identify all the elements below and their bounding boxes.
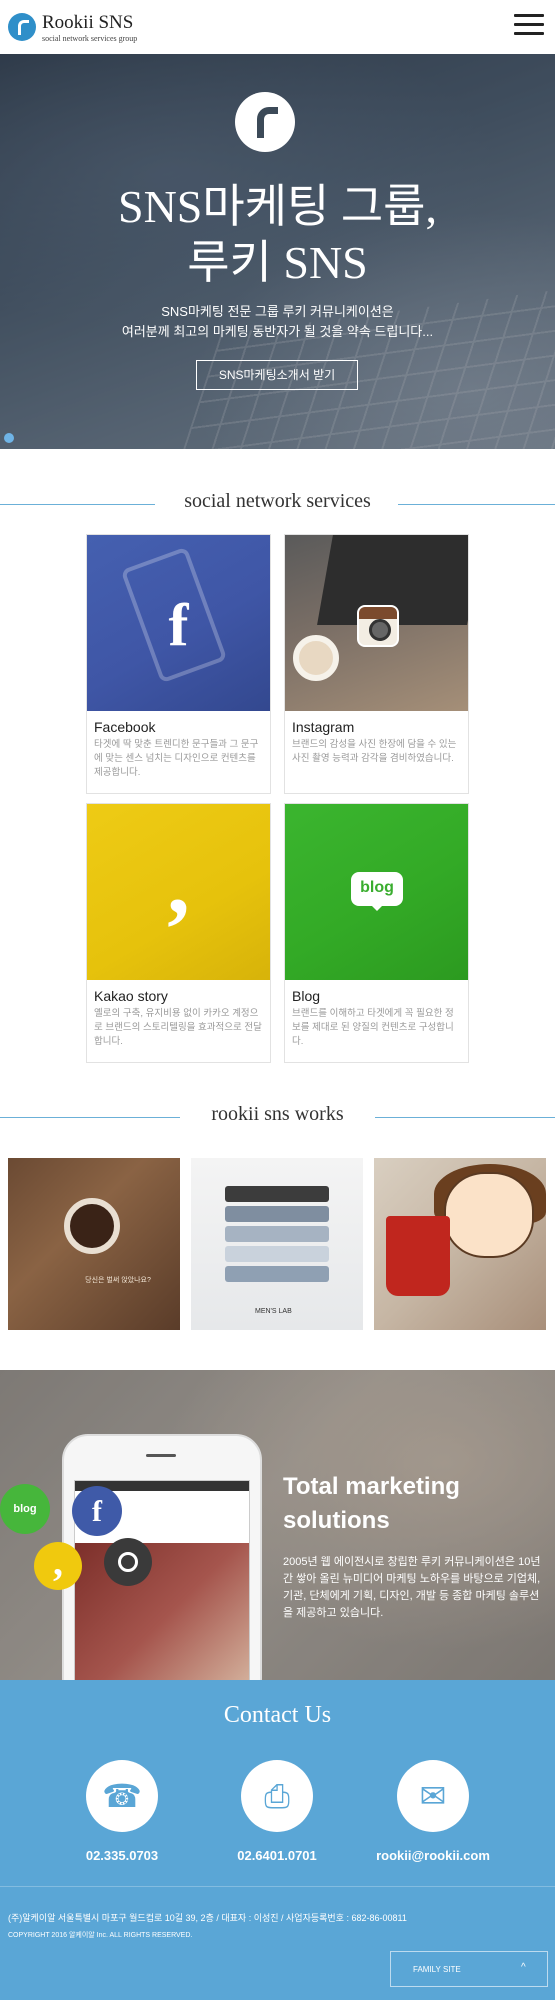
card-title: Instagram [292, 719, 355, 735]
work-item-cartoon-coffee[interactable] [374, 1158, 546, 1330]
coffee-mug-image [64, 1198, 120, 1254]
email-address: rookii@rookii.com [376, 1848, 490, 1863]
download-brochure-button[interactable]: SNS마케팅소개서 받기 [196, 360, 358, 390]
sns-card-kakao-story[interactable]: , Kakao story 옐로의 구축, 유지비용 없이 카카오 계정으로 브… [86, 803, 271, 1063]
kakao-story-thumbnail: , [87, 804, 270, 980]
copyright: COPYRIGHT 2016 알케이알 Inc. ALL RIGHTS RESE… [8, 1932, 193, 1939]
work-caption: MEN'S LAB [255, 1308, 292, 1315]
facebook-icon: f [168, 592, 189, 658]
cartoon-face-image [444, 1172, 534, 1258]
phone-number: 02.335.0703 [85, 1848, 159, 1863]
mail-icon: ✉ [397, 1760, 469, 1832]
facebook-icon[interactable]: f [72, 1486, 122, 1536]
card-description: 옐로의 구축, 유지비용 없이 카카오 계정으로 브랜드의 스토리텔링을 효과적… [94, 1008, 262, 1047]
work-item-coffee[interactable]: 당신은 벌써 앉았나요? [8, 1158, 180, 1330]
brand-logo[interactable]: Rookii SNS social network services group [8, 11, 168, 45]
brand-tagline: social network services group [42, 34, 138, 43]
red-cup-image [386, 1216, 450, 1296]
blog-icon: blog [351, 872, 403, 911]
contact-title: Contact Us [223, 1702, 332, 1728]
fax-number: 02.6401.0701 [237, 1848, 317, 1863]
card-description: 브랜드의 감성을 사진 한장에 담을 수 있는 사진 촬영 능력과 감각을 겸비… [292, 739, 457, 764]
family-site-label: FAMILY SITE [413, 1965, 461, 1974]
card-title: Facebook [94, 719, 156, 735]
section-title: social network services [184, 490, 371, 512]
slider-dot[interactable] [4, 433, 14, 443]
rookii-logo-icon [8, 13, 36, 41]
smartphone-mockup [62, 1434, 262, 1680]
card-description: 브랜드를 이해하고 타겟에게 꼭 필요한 정보를 제대로 된 양질의 컨텐츠로 … [292, 1008, 454, 1047]
instagram-icon [357, 605, 399, 647]
kakao-story-icon: , [167, 834, 190, 933]
phone-icon: ☎ [86, 1760, 158, 1832]
fax-icon: ⎙ [241, 1760, 313, 1832]
company-address: (주)알케이알 서울특별시 마포구 월드컵로 10길 39, 2층 / 대표자 … [8, 1913, 407, 1923]
kakao-story-icon[interactable]: , [34, 1542, 82, 1590]
facebook-thumbnail: f [87, 535, 270, 711]
instagram-icon[interactable] [104, 1538, 152, 1586]
sns-card-blog[interactable]: blog Blog 브랜드를 이해하고 타겟에게 꼭 필요한 정보를 제대로 된… [284, 803, 469, 1063]
total-marketing-section: blog f , Total marketing solutions 2005년… [0, 1370, 555, 1680]
work-item-clothing[interactable]: MEN'S LAB [191, 1158, 363, 1330]
blog-icon[interactable]: blog [0, 1484, 50, 1534]
card-description: 타겟에 딱 맞춘 트렌디한 문구들과 그 문구에 맞는 센스 넘치는 디자인으로… [94, 739, 259, 778]
card-title: Blog [292, 988, 321, 1004]
hero-banner: SNS마케팅 그룹, 루키 SNS SNS마케팅 전문 그룹 루키 커뮤니케이션… [0, 54, 555, 449]
card-title: Kakao story [94, 988, 168, 1004]
sns-section-heading: social network services [0, 490, 555, 520]
family-site-select[interactable]: FAMILY SITE ^ [390, 1951, 548, 1987]
hero-logo-icon [235, 92, 295, 152]
sns-card-facebook[interactable]: f Facebook 타겟에 딱 맞춘 트렌디한 문구들과 그 문구에 맞는 센… [86, 534, 271, 794]
section-title: rookii sns works [211, 1103, 344, 1125]
works-section-heading: rookii sns works [0, 1103, 555, 1133]
chevron-up-icon: ^ [521, 1962, 526, 1973]
hamburger-menu-icon[interactable] [514, 12, 544, 38]
brand-name: Rookii SNS [42, 12, 134, 33]
marketing-title: Total marketing solutions [283, 1473, 460, 1534]
contact-section: Contact Us ☎ 02.335.0703 ⎙ 02.6401.0701 … [0, 1680, 555, 1886]
marketing-description: 2005년 웹 에이전시로 창립한 루키 커뮤니케이션은 10년간 쌓아 올린 … [283, 1556, 541, 1619]
blog-thumbnail: blog [285, 804, 468, 980]
site-header: Rookii SNS social network services group [0, 0, 555, 54]
hero-title: SNS마케팅 그룹, 루키 SNS [118, 181, 437, 288]
hero-description: SNS마케팅 전문 그룹 루키 커뮤니케이션은 여러분께 최고의 마케팅 동반자… [121, 304, 434, 339]
instagram-thumbnail [285, 535, 468, 711]
sns-card-instagram[interactable]: Instagram 브랜드의 감성을 사진 한장에 담을 수 있는 사진 촬영 … [284, 534, 469, 794]
work-caption: 당신은 벌써 앉았나요? [85, 1277, 151, 1284]
site-footer: (주)알케이알 서울특별시 마포구 월드컵로 10길 39, 2층 / 대표자 … [0, 1886, 555, 2000]
